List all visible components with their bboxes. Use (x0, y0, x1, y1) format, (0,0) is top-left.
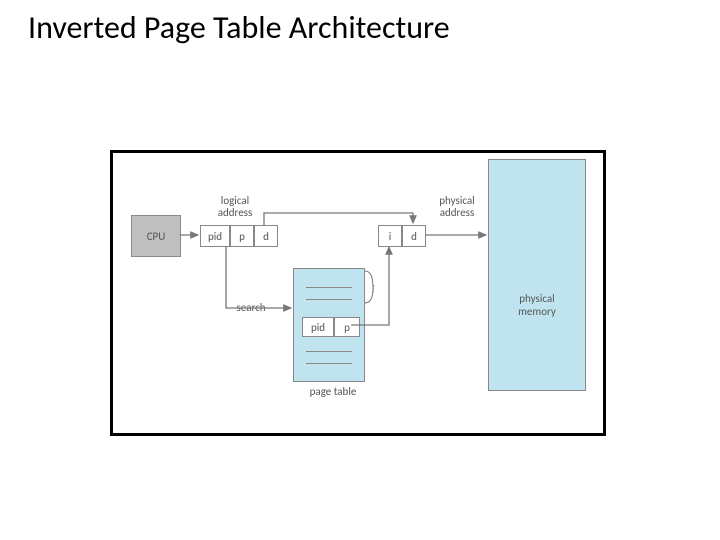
page-table-box: pid p (293, 268, 365, 382)
la-d-cell: d (254, 225, 278, 247)
pa-i-cell: i (378, 225, 402, 247)
cpu-box: CPU (131, 215, 181, 257)
logical-address-label: logical address (210, 195, 260, 219)
search-label: search (231, 301, 271, 314)
pt-pid-cell: pid (302, 317, 334, 337)
page-table-label: page table (303, 385, 363, 398)
diagram-frame: CPU logical address pid p d physical add… (110, 150, 606, 436)
pa-d-cell: d (402, 225, 426, 247)
la-pid-cell: pid (200, 225, 230, 247)
logical-address-cells: pid p d (200, 225, 278, 247)
page-table-row: pid p (302, 317, 360, 337)
la-p-cell: p (230, 225, 254, 247)
i-annotation: i (368, 283, 378, 296)
pt-p-cell: p (334, 317, 360, 337)
physical-address-cells: i d (378, 225, 426, 247)
physical-memory-box: physical memory (488, 159, 586, 391)
physical-address-label: physical address (432, 195, 482, 219)
page-title: Inverted Page Table Architecture (0, 0, 720, 47)
